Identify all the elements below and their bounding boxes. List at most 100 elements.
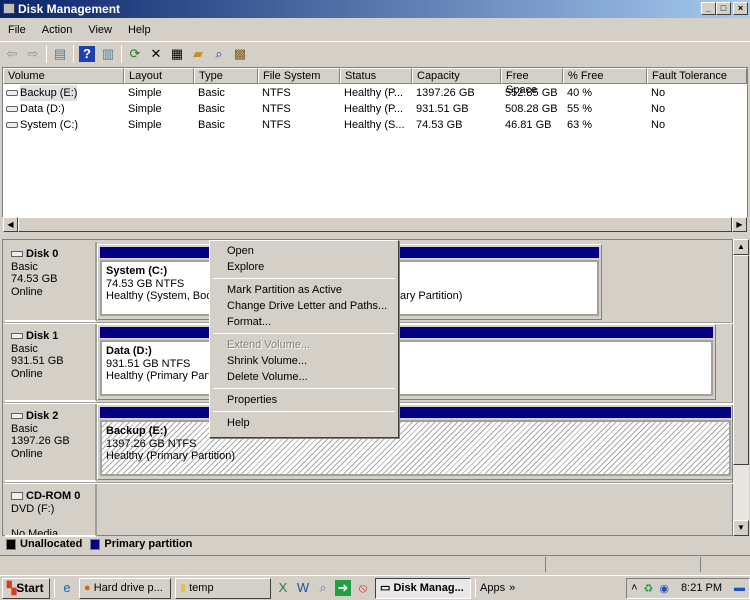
window-title: Disk Management	[18, 2, 121, 16]
menu-item-properties[interactable]: Properties	[212, 392, 396, 408]
open-icon[interactable]: ▰	[190, 46, 206, 62]
scroll-left-button[interactable]: ◀	[3, 217, 18, 232]
column-volume[interactable]: Volume	[3, 68, 124, 84]
tray-app-icon[interactable]: ♻	[644, 582, 654, 595]
menu-item-format[interactable]: Format...	[212, 314, 396, 330]
partition-backup-e-selected[interactable]: Backup (E:) 1397.26 GB NTFS Healthy (Pri…	[97, 404, 734, 480]
forward-icon[interactable]: ⇨	[25, 46, 41, 62]
column-fault-tolerance[interactable]: Fault Tolerance	[647, 68, 747, 84]
menu-item-help[interactable]: Help	[212, 415, 396, 431]
menu-item-extend-volume: Extend Volume...	[227, 339, 311, 351]
minimize-button[interactable]: _	[701, 2, 716, 15]
table-cell: 46.81 GB	[505, 119, 552, 131]
table-cell: Backup (E:)	[20, 85, 78, 101]
column-percent-free[interactable]: % Free	[563, 68, 647, 84]
horizontal-scrollbar[interactable]: ◀ ▶	[2, 217, 748, 232]
arrow-app-icon[interactable]: ➜	[335, 580, 351, 596]
tray-expand-icon[interactable]: ˄	[631, 582, 637, 594]
properties-icon[interactable]: ▦	[169, 46, 185, 62]
menu-item-change-drive-letter[interactable]: Change Drive Letter and Paths...	[212, 298, 396, 314]
volume-list: Volume Layout Type File System Status Ca…	[2, 67, 748, 218]
search-icon[interactable]: ⌕	[315, 580, 331, 596]
help-icon[interactable]: ?	[79, 45, 95, 62]
legend: Unallocated Primary partition	[2, 536, 733, 552]
column-capacity[interactable]: Capacity	[412, 68, 501, 84]
toolbar-separator	[121, 44, 122, 63]
disk-icon	[11, 413, 23, 419]
tray-network-icon[interactable]: ◉	[659, 582, 669, 595]
back-icon[interactable]: ⇦	[4, 46, 20, 62]
scroll-thumb[interactable]	[733, 255, 749, 465]
taskbar-disk-management[interactable]: ▭ Disk Manag...	[375, 577, 471, 599]
table-cell: 63 %	[567, 119, 593, 131]
chevron-icon[interactable]: »	[509, 582, 515, 594]
column-free-space[interactable]: Free Space	[501, 68, 563, 96]
menu-help[interactable]: Help	[120, 20, 159, 40]
excel-icon[interactable]: X	[275, 580, 291, 596]
delete-icon[interactable]: ✕	[148, 46, 164, 62]
scroll-thumb[interactable]	[18, 217, 732, 232]
primary-partition-bar	[100, 327, 713, 338]
vertical-scrollbar[interactable]: ▲ ▼	[733, 239, 749, 536]
partition-data-d[interactable]: Data (D:) 931.51 GB NTFS Healthy (Primar…	[97, 324, 716, 400]
menu-separator	[213, 278, 395, 279]
scroll-up-button[interactable]: ▲	[733, 239, 749, 255]
table-cell: Basic	[198, 119, 225, 131]
table-cell: 40 %	[567, 87, 593, 99]
menu-file[interactable]: File	[0, 20, 34, 40]
close-button[interactable]: ×	[733, 2, 748, 15]
apps-toolbar[interactable]: Apps	[480, 582, 505, 594]
disk-size: 74.53 GB	[11, 273, 58, 285]
primary-partition-swatch	[90, 538, 101, 550]
menu-separator	[213, 411, 395, 412]
toolbar-separator	[73, 44, 74, 63]
disk-1-label[interactable]: Disk 1 Basic 931.51 GB Online	[5, 324, 97, 402]
settings-icon[interactable]: ▩	[232, 46, 248, 62]
partition-name: Backup (E:)	[106, 425, 168, 437]
disk-state: Online	[11, 367, 43, 380]
table-cell: 552.85 GB	[505, 87, 558, 99]
disk-type: Basic	[11, 260, 38, 273]
menu-item-shrink-volume[interactable]: Shrink Volume...	[212, 353, 396, 369]
explore-icon[interactable]: ⌕	[211, 46, 227, 62]
menu-item-delete-volume[interactable]: Delete Volume...	[212, 369, 396, 385]
menu-view[interactable]: View	[80, 20, 120, 40]
system-tray: ˄ ♻ ◉ 8:21 PM ▬	[626, 577, 750, 599]
column-type[interactable]: Type	[194, 68, 258, 84]
menu-item-open[interactable]: Open	[212, 243, 396, 259]
menu-item-mark-active[interactable]: Mark Partition as Active	[212, 282, 396, 298]
maximize-button[interactable]: □	[716, 2, 731, 15]
menu-separator	[213, 333, 395, 334]
column-layout[interactable]: Layout	[124, 68, 194, 84]
clock[interactable]: 8:21 PM	[681, 582, 722, 594]
stop-icon[interactable]: ⦸	[355, 580, 371, 596]
title-bar: Disk Management	[0, 0, 750, 18]
disk-2-label[interactable]: Disk 2 Basic 1397.26 GB Online	[5, 404, 97, 482]
scroll-right-button[interactable]: ▶	[732, 217, 747, 232]
partition-size: 74.53 GB NTFS	[106, 277, 185, 290]
table-cell: Basic	[198, 103, 225, 115]
action-pane-icon[interactable]: ▥	[100, 46, 116, 62]
taskbar-firefox[interactable]: ● Hard drive p...	[79, 577, 171, 599]
disk-0-label[interactable]: Disk 0 Basic 74.53 GB Online	[5, 242, 97, 322]
console-tree-icon[interactable]: ▤	[52, 46, 68, 62]
divider	[3, 482, 734, 484]
menu-action[interactable]: Action	[34, 20, 81, 40]
ie-icon[interactable]: e	[59, 580, 75, 596]
word-icon[interactable]: W	[295, 580, 311, 596]
disk-size: 1397.26 GB	[11, 435, 70, 447]
column-file-system[interactable]: File System	[258, 68, 340, 84]
menu-item-explore[interactable]: Explore	[212, 259, 396, 275]
disk-size: 931.51 GB	[11, 355, 64, 367]
scroll-down-button[interactable]: ▼	[733, 520, 749, 536]
show-desktop-icon[interactable]: ▬	[734, 582, 745, 594]
cdrom-drive: DVD (F:)	[11, 502, 55, 515]
volume-icon	[6, 90, 18, 96]
column-status[interactable]: Status	[340, 68, 412, 84]
taskbar-temp-folder[interactable]: ▮ temp	[175, 577, 271, 599]
start-button[interactable]: ▚Start	[2, 577, 50, 599]
refresh-icon[interactable]: ⟳	[127, 46, 143, 62]
status-bar	[0, 555, 750, 572]
cdrom-0-label[interactable]: CD-ROM 0 DVD (F:) No Media	[5, 484, 97, 537]
table-cell: Simple	[128, 103, 162, 115]
